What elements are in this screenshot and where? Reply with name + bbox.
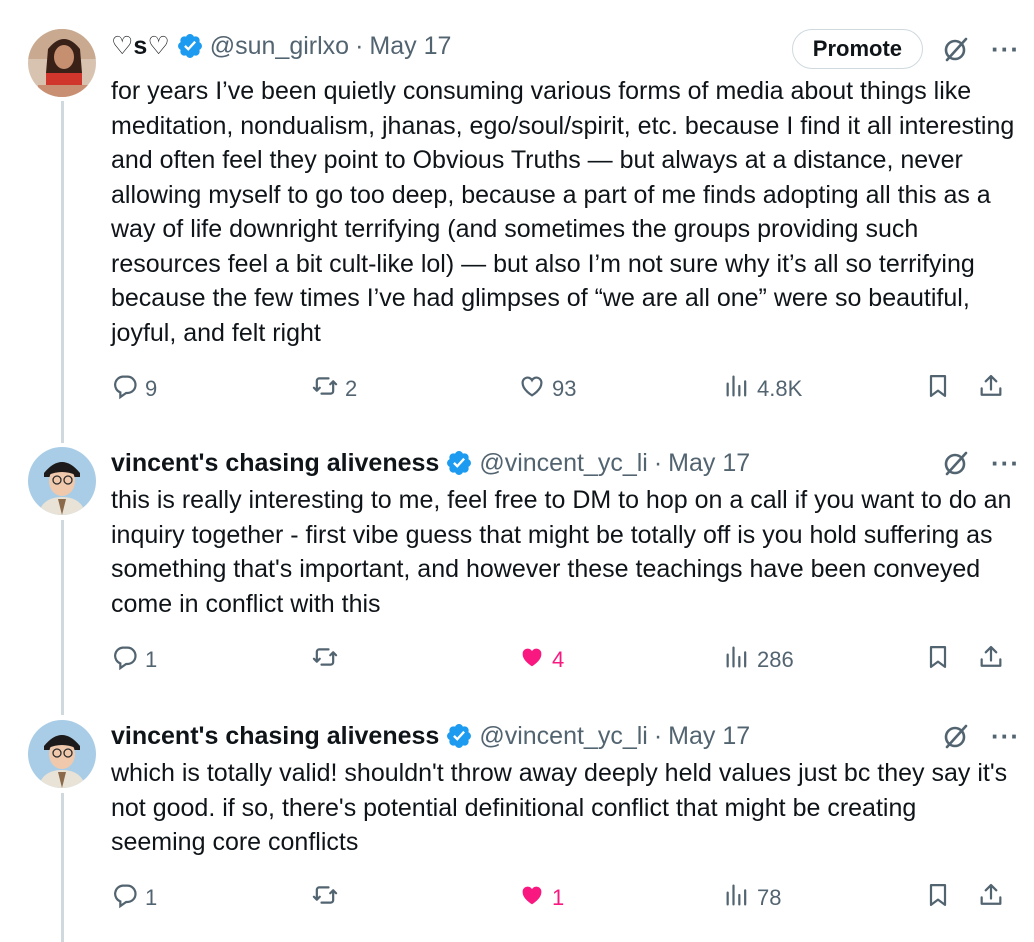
like-button[interactable]: 4 [518, 643, 564, 677]
retweet-button[interactable] [311, 881, 345, 915]
view-count: 286 [757, 647, 794, 672]
bookmark-button[interactable] [924, 881, 952, 915]
handle[interactable]: @vincent_yc_li [479, 449, 648, 478]
more-icon[interactable]: ··· [991, 450, 1020, 476]
views-button[interactable]: 78 [723, 881, 781, 915]
bookmark-button[interactable] [924, 643, 952, 677]
bookmark-icon [924, 372, 952, 406]
views-icon [723, 643, 751, 677]
views-button[interactable]: 4.8K [723, 372, 802, 406]
share-icon [977, 372, 1005, 406]
verified-badge-icon[interactable] [445, 449, 473, 477]
tweet-header: vincent's chasing aliveness @vincent_yc_… [111, 446, 750, 480]
grok-icon[interactable] [941, 448, 971, 478]
share-button[interactable] [977, 643, 1005, 677]
share-icon [977, 881, 1005, 915]
reply-button[interactable]: 1 [111, 643, 157, 677]
timestamp[interactable]: May 17 [668, 722, 750, 751]
tweet-tools: ··· [941, 446, 1020, 480]
reply-icon [111, 881, 139, 915]
tweet-actions: 9 2 93 4.8K [111, 372, 1006, 406]
handle[interactable]: @sun_girlxo [210, 32, 349, 61]
separator: · [653, 721, 663, 750]
thread-line [61, 520, 64, 715]
tweet-actions: 1 4 286 [111, 643, 1006, 677]
tweet-tools: ··· [941, 719, 1020, 753]
bookmark-icon [924, 881, 952, 915]
share-icon [977, 643, 1005, 677]
grok-icon[interactable] [941, 721, 971, 751]
thread-line [61, 793, 64, 942]
retweet-icon [311, 881, 339, 915]
reply-count: 9 [145, 376, 158, 401]
avatar[interactable] [28, 720, 96, 788]
display-name[interactable]: ♡s♡ [111, 31, 170, 61]
grok-icon[interactable] [941, 34, 971, 64]
like-button[interactable]: 93 [518, 372, 576, 406]
reply-count: 1 [145, 885, 158, 910]
share-button[interactable] [977, 881, 1005, 915]
display-name[interactable]: vincent's chasing aliveness [111, 722, 439, 751]
tweet-tools: Promote ··· [791, 29, 1020, 69]
views-button[interactable]: 286 [723, 643, 794, 677]
more-icon[interactable]: ··· [991, 723, 1020, 749]
tweet-header: ♡s♡ @sun_girlxo · May 17 [111, 29, 451, 63]
verified-badge-icon[interactable] [445, 722, 473, 750]
tweet-text: for years I’ve been quietly consuming va… [111, 77, 1015, 347]
reply-button[interactable]: 1 [111, 881, 157, 915]
bookmark-icon [924, 643, 952, 677]
share-button[interactable] [977, 372, 1005, 406]
like-icon [518, 881, 546, 915]
like-count: 93 [552, 376, 577, 401]
like-count: 1 [552, 885, 565, 910]
more-icon[interactable]: ··· [991, 36, 1020, 62]
reply-icon [111, 372, 139, 406]
like-button[interactable]: 1 [518, 881, 564, 915]
handle[interactable]: @vincent_yc_li [479, 722, 648, 751]
retweet-icon [311, 643, 339, 677]
views-icon [723, 881, 751, 915]
timestamp[interactable]: May 17 [369, 32, 451, 61]
reply-icon [111, 643, 139, 677]
tweet-header: vincent's chasing aliveness @vincent_yc_… [111, 719, 750, 753]
avatar[interactable] [28, 447, 96, 515]
tweet-actions: 1 1 78 [111, 881, 1006, 915]
thread-line [61, 101, 64, 443]
retweet-count: 2 [345, 376, 358, 401]
retweet-button[interactable]: 2 [311, 372, 357, 406]
views-icon [723, 372, 751, 406]
retweet-icon [311, 372, 339, 406]
like-icon [518, 643, 546, 677]
reply-button[interactable]: 9 [111, 372, 157, 406]
tweet-text: which is totally valid! shouldn't throw … [111, 759, 1008, 856]
retweet-button[interactable] [311, 643, 345, 677]
promote-button[interactable]: Promote [791, 29, 924, 69]
view-count: 78 [757, 885, 782, 910]
avatar[interactable] [28, 29, 96, 97]
reply-count: 1 [145, 647, 158, 672]
bookmark-button[interactable] [924, 372, 952, 406]
view-count: 4.8K [757, 376, 803, 401]
like-count: 4 [552, 647, 565, 672]
timestamp[interactable]: May 17 [668, 449, 750, 478]
tweet-text: this is really interesting to me, feel f… [111, 486, 1012, 618]
display-name[interactable]: vincent's chasing aliveness [111, 449, 439, 478]
separator: · [355, 31, 364, 60]
separator: · [653, 448, 663, 477]
like-icon [518, 372, 546, 406]
verified-badge-icon[interactable] [176, 32, 204, 60]
